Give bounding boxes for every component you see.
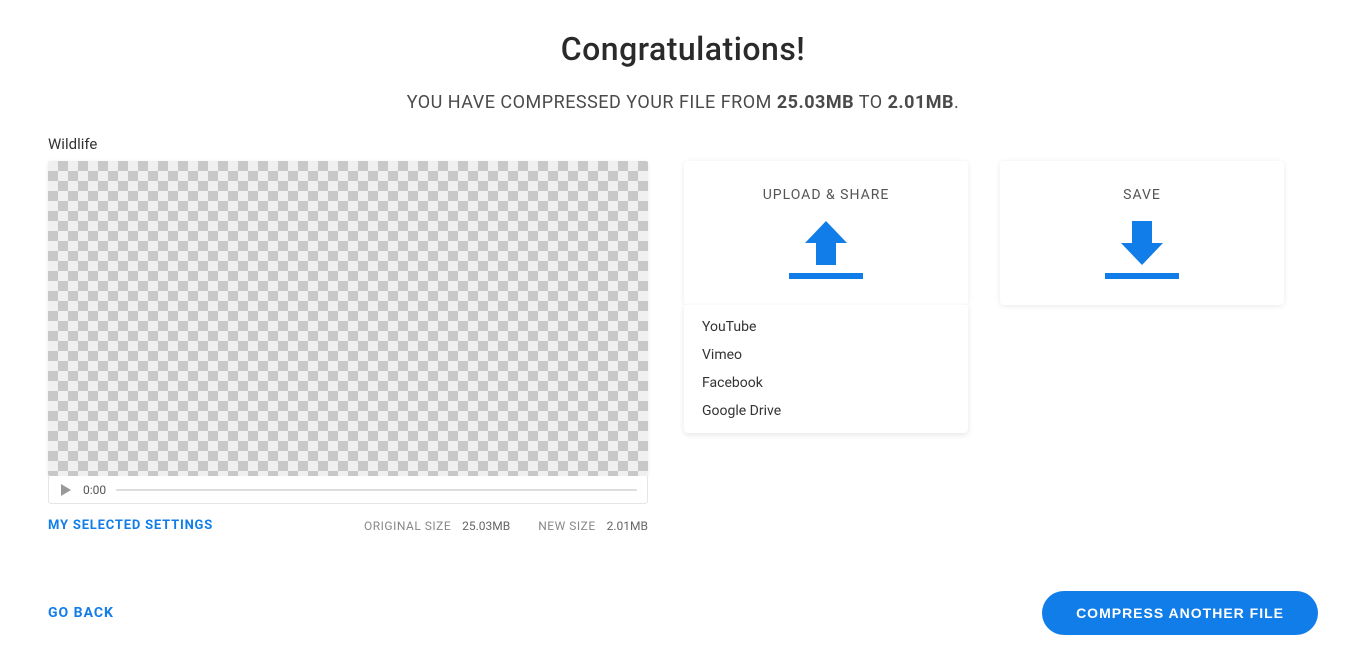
summary-new-size: 2.01MB xyxy=(888,92,954,113)
share-option-youtube[interactable]: YouTube xyxy=(684,313,968,341)
video-time: 0:00 xyxy=(83,483,106,497)
compress-another-file-button[interactable]: COMPRESS ANOTHER FILE xyxy=(1042,591,1318,635)
compression-summary: YOU HAVE COMPRESSED YOUR FILE FROM 25.03… xyxy=(48,92,1318,113)
upload-share-card[interactable]: UPLOAD & SHARE xyxy=(684,161,968,305)
summary-mid: TO xyxy=(854,92,887,113)
video-controls: 0:00 xyxy=(48,476,648,504)
size-info: ORIGINAL SIZE 25.03MB NEW SIZE 2.01MB xyxy=(364,519,648,533)
filename-label: Wildlife xyxy=(48,135,1318,153)
share-option-vimeo[interactable]: Vimeo xyxy=(684,341,968,369)
video-progress-bar[interactable] xyxy=(116,489,637,491)
save-card[interactable]: SAVE xyxy=(1000,161,1284,305)
share-option-google-drive[interactable]: Google Drive xyxy=(684,397,968,425)
new-size-value: 2.01MB xyxy=(607,519,648,533)
upload-icon xyxy=(789,221,863,281)
page-title: Congratulations! xyxy=(48,30,1318,68)
save-title: SAVE xyxy=(1010,187,1274,203)
go-back-link[interactable]: GO BACK xyxy=(48,605,114,621)
share-options-list: YouTube Vimeo Facebook Google Drive xyxy=(684,305,968,433)
share-option-facebook[interactable]: Facebook xyxy=(684,369,968,397)
my-selected-settings-link[interactable]: MY SELECTED SETTINGS xyxy=(48,518,213,533)
summary-prefix: YOU HAVE COMPRESSED YOUR FILE FROM xyxy=(407,92,777,113)
upload-share-title: UPLOAD & SHARE xyxy=(694,187,958,203)
new-size-label: NEW SIZE xyxy=(538,519,595,533)
video-preview[interactable] xyxy=(48,161,648,476)
summary-original-size: 25.03MB xyxy=(777,92,854,113)
play-icon[interactable] xyxy=(59,483,73,497)
download-icon xyxy=(1105,221,1179,281)
original-size-label: ORIGINAL SIZE xyxy=(364,519,451,533)
original-size-value: 25.03MB xyxy=(462,519,510,533)
summary-suffix: . xyxy=(954,92,959,113)
